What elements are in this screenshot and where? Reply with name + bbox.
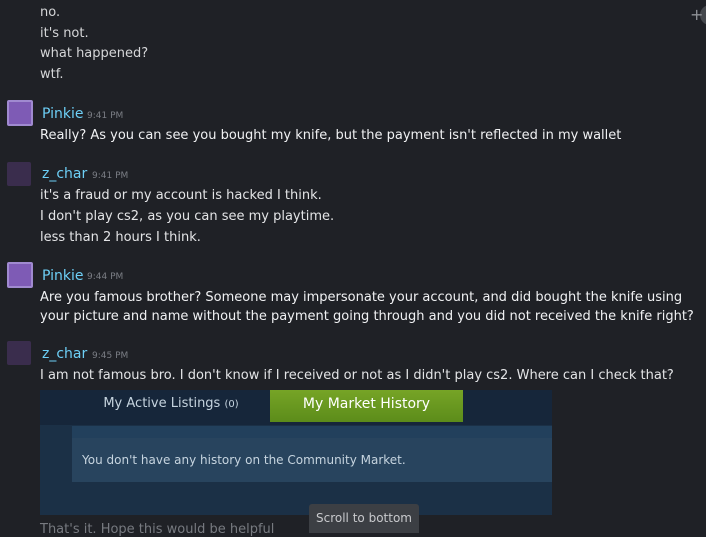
username[interactable]: z_char xyxy=(42,346,87,362)
timestamp: 9:41 PM xyxy=(92,171,129,181)
chat-line: it's not. xyxy=(40,26,89,41)
tab-count: (0) xyxy=(224,399,239,410)
plus-icon[interactable]: + xyxy=(690,5,706,27)
avatar[interactable] xyxy=(7,162,31,186)
timestamp: 9:45 PM xyxy=(92,351,129,361)
chat-line: wtf. xyxy=(40,67,64,82)
timestamp: 9:44 PM xyxy=(87,272,124,282)
empty-history-notice: You don't have any history on the Commun… xyxy=(72,438,552,482)
tab-market-history: My Market History xyxy=(270,390,463,422)
chat-line: what happened? xyxy=(40,46,149,61)
message-text: I am not famous bro. I don't know if I r… xyxy=(40,368,674,383)
username[interactable]: z_char xyxy=(42,166,87,182)
username[interactable]: Pinkie xyxy=(42,268,84,284)
scroll-to-bottom-button[interactable]: Scroll to bottom xyxy=(309,504,419,533)
message-text: it's a fraud or my account is hacked I t… xyxy=(40,188,322,203)
message-text: less than 2 hours I think. xyxy=(40,230,201,245)
message-text: Are you famous brother? Someone may impe… xyxy=(40,290,683,305)
market-history-image[interactable]: My Active Listings (0) My Market History… xyxy=(40,390,552,515)
avatar[interactable] xyxy=(7,262,33,288)
timestamp: 9:41 PM xyxy=(87,111,124,121)
tab-label: My Active Listings xyxy=(103,396,221,411)
message-text: Really? As you can see you bought my kni… xyxy=(40,128,622,143)
tab-active-listings: My Active Listings (0) xyxy=(72,390,270,422)
username[interactable]: Pinkie xyxy=(42,106,84,122)
message-text: your picture and name without the paymen… xyxy=(40,309,694,324)
message-text: I don't play cs2, as you can see my play… xyxy=(40,209,335,224)
divider xyxy=(72,426,552,438)
chat-line: no. xyxy=(40,5,61,20)
avatar[interactable] xyxy=(7,341,31,365)
partial-message: That's it. Hope this would be helpful xyxy=(40,522,275,537)
avatar[interactable] xyxy=(7,100,33,126)
